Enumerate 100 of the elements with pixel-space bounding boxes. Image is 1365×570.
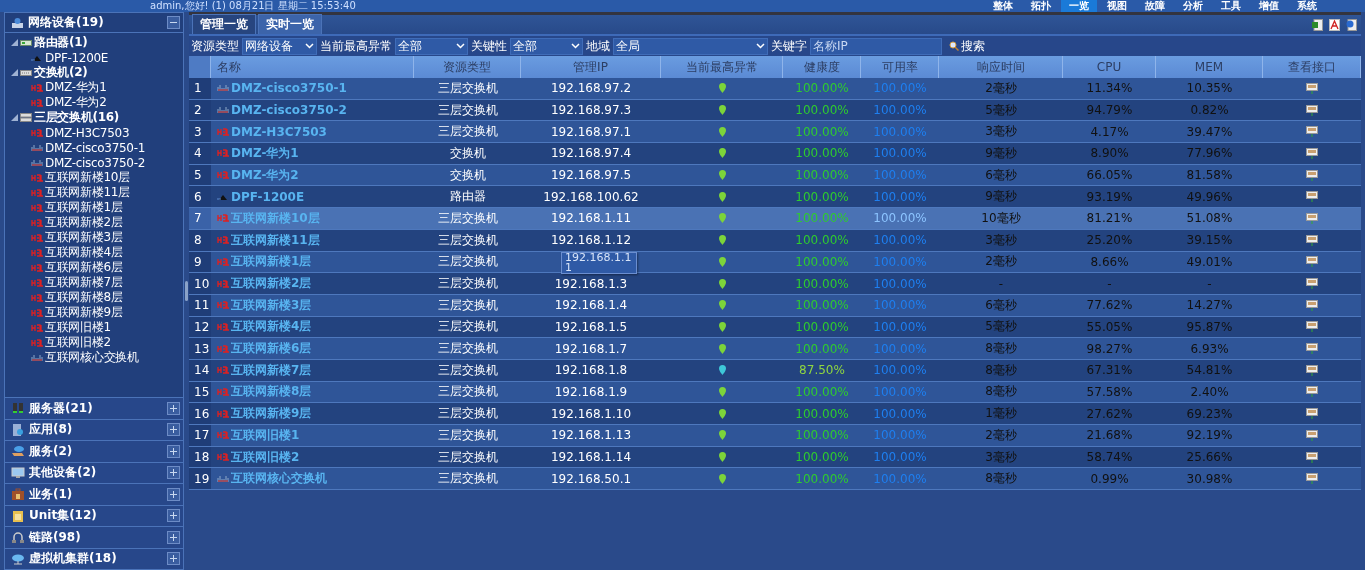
column-header[interactable]: 资源类型: [414, 56, 521, 78]
nav-menu-item[interactable]: 分析: [1175, 0, 1211, 12]
tree-item[interactable]: DMZ-华为2: [45, 94, 107, 111]
accordion-header[interactable]: 应用(8): [5, 418, 184, 440]
tab[interactable]: 实时一览: [258, 14, 322, 34]
tree-item[interactable]: DMZ-cisco3750-2: [45, 155, 146, 170]
nav-menu-item[interactable]: 增值: [1251, 0, 1287, 12]
tree-item[interactable]: 互联网新楼10层: [45, 169, 130, 186]
interface-view-icon[interactable]: [1306, 82, 1318, 94]
tree-item[interactable]: 互联网新楼6层: [45, 259, 123, 276]
nav-menu-item[interactable]: 一览: [1061, 0, 1097, 12]
interface-view-icon[interactable]: [1306, 234, 1318, 246]
tree-item[interactable]: 互联网新楼9层: [45, 304, 123, 321]
nav-menu-item[interactable]: 故障: [1137, 0, 1173, 12]
interface-view-icon[interactable]: [1306, 191, 1318, 203]
expand-button[interactable]: [167, 552, 181, 566]
accordion-header[interactable]: 服务器(21): [5, 397, 184, 419]
interface-view-icon[interactable]: [1306, 147, 1318, 159]
tree-item[interactable]: 互联网旧楼1: [45, 319, 111, 336]
interface-view-icon[interactable]: [1306, 429, 1318, 441]
interface-view-icon[interactable]: [1306, 408, 1318, 420]
tree-item[interactable]: DMZ-华为1: [45, 79, 107, 96]
expanded-arrow-icon[interactable]: [11, 39, 18, 46]
interface-view-icon[interactable]: [1306, 104, 1318, 116]
accordion-header[interactable]: 业务(1): [5, 483, 184, 505]
nav-menu-item[interactable]: 系统: [1289, 0, 1325, 12]
expand-button[interactable]: [167, 487, 181, 501]
interface-view-icon[interactable]: [1306, 126, 1318, 138]
interface-view-icon[interactable]: [1306, 364, 1318, 376]
interface-view-icon[interactable]: [1306, 256, 1318, 268]
keyword-field[interactable]: 名称IP: [810, 37, 942, 55]
tree-item[interactable]: 互联网新楼11层: [45, 184, 130, 201]
interface-view-icon[interactable]: [1306, 343, 1318, 355]
search-button[interactable]: 搜索: [945, 37, 985, 55]
interface-view-icon[interactable]: [1306, 169, 1318, 181]
tab[interactable]: 管理一览: [192, 14, 256, 34]
accordion-header[interactable]: Unit集(12): [5, 504, 184, 526]
tree-item[interactable]: DPF-1200E: [45, 50, 109, 65]
table-cell: 交换机: [449, 144, 486, 162]
tree-item[interactable]: 互联网新楼1层: [45, 199, 123, 216]
filter-select[interactable]: 全部: [395, 37, 468, 55]
splitter-handle[interactable]: [185, 281, 189, 301]
tree-item[interactable]: 互联网新楼3层: [45, 229, 123, 246]
accordion-header[interactable]: 服务(2): [5, 440, 184, 462]
column-header[interactable]: 管理IP: [521, 56, 661, 78]
expanded-arrow-icon[interactable]: [11, 69, 18, 76]
table-cell: 49.01%: [1186, 254, 1233, 269]
column-header[interactable]: 当前最高异常: [661, 56, 783, 78]
accordion-header[interactable]: 其他设备(2): [5, 461, 184, 483]
nav-menu-item[interactable]: 工具: [1213, 0, 1249, 12]
tree-item[interactable]: DMZ-H3C7503: [45, 125, 130, 140]
column-header[interactable]: 健康度: [783, 56, 861, 78]
tree-item[interactable]: DMZ-cisco3750-1: [45, 140, 146, 155]
interface-view-icon[interactable]: [1306, 278, 1318, 290]
column-header[interactable]: MEM: [1156, 56, 1263, 78]
table-cell: 100.00%: [795, 319, 849, 334]
tree-item[interactable]: 互联网旧楼2: [45, 334, 111, 351]
excel-export-icon[interactable]: [1312, 18, 1323, 31]
nav-menu-item[interactable]: 整体: [985, 0, 1021, 12]
nav-menu-item[interactable]: 视图: [1099, 0, 1135, 12]
collapse-button[interactable]: [167, 16, 181, 29]
h3c-logo-icon: [217, 236, 229, 245]
interface-view-icon[interactable]: [1306, 386, 1318, 398]
pdf-export-icon[interactable]: [1329, 18, 1340, 31]
word-export-icon[interactable]: [1346, 18, 1357, 31]
expanded-arrow-icon[interactable]: [11, 114, 18, 121]
table-cell: 100.00%: [795, 428, 849, 443]
accordion-header[interactable]: 虚拟机集群(18): [5, 547, 184, 569]
tree-group[interactable]: 路由器(1): [34, 34, 88, 51]
h3c-logo-icon: [217, 366, 229, 375]
tree-item[interactable]: 互联网新楼2层: [45, 214, 123, 231]
tree-group[interactable]: 三层交换机(16): [34, 109, 119, 126]
tree-item[interactable]: 互联网新楼7层: [45, 274, 123, 291]
interface-view-icon[interactable]: [1306, 451, 1318, 463]
tree-item[interactable]: 互联网核心交换机: [45, 349, 139, 366]
tree-item[interactable]: 互联网新楼8层: [45, 289, 123, 306]
expand-button[interactable]: [167, 530, 181, 544]
interface-view-icon[interactable]: [1306, 321, 1318, 333]
filter-select[interactable]: 全部: [510, 37, 583, 55]
table-cell: 77.62%: [1086, 298, 1133, 313]
column-header[interactable]: 名称: [211, 56, 414, 78]
filter-select[interactable]: 网络设备: [242, 37, 317, 55]
expand-button[interactable]: [167, 509, 181, 523]
tree-item[interactable]: 互联网新楼4层: [45, 244, 123, 261]
expand-button[interactable]: [167, 423, 181, 437]
accordion-header[interactable]: 链路(98): [5, 526, 184, 548]
filter-select[interactable]: 全局: [613, 37, 768, 55]
table-cell: 三层交换机: [437, 296, 498, 314]
column-header[interactable]: 响应时间: [939, 56, 1063, 78]
interface-view-icon[interactable]: [1306, 299, 1318, 311]
column-header[interactable]: 查看接口: [1263, 56, 1361, 78]
expand-button[interactable]: [167, 444, 181, 458]
column-header[interactable]: CPU: [1063, 56, 1156, 78]
interface-view-icon[interactable]: [1306, 473, 1318, 485]
column-header[interactable]: 可用率: [861, 56, 939, 78]
tree-group[interactable]: 交换机(2): [34, 64, 88, 81]
expand-button[interactable]: [167, 401, 181, 415]
interface-view-icon[interactable]: [1306, 212, 1318, 224]
expand-button[interactable]: [167, 466, 181, 480]
nav-menu-item[interactable]: 拓扑: [1023, 0, 1059, 12]
